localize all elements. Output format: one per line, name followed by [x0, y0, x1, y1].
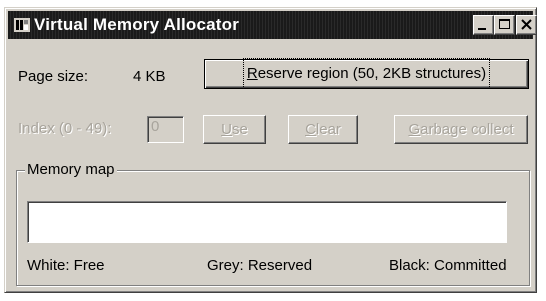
- window-title: Virtual Memory Allocator: [34, 15, 240, 34]
- memory-map-display[interactable]: [27, 201, 507, 243]
- legend-free: White: Free: [27, 257, 105, 274]
- clear-label: Clear: [305, 121, 341, 138]
- maximize-icon: [499, 19, 510, 29]
- close-icon: [521, 19, 532, 30]
- minimize-icon: [478, 28, 486, 30]
- clear-button[interactable]: Clear: [288, 115, 358, 144]
- legend-committed: Black: Committed: [389, 257, 507, 274]
- legend-reserved: Grey: Reserved: [207, 257, 313, 274]
- reserve-region-button[interactable]: Reserve region (50, 2KB structures): [204, 58, 529, 89]
- garbage-collect-button[interactable]: Garbage collect: [394, 115, 528, 144]
- memory-map-group: Memory map White: Free Grey: Reserved Bl…: [16, 161, 530, 286]
- maximize-button[interactable]: [494, 15, 515, 35]
- use-button[interactable]: Use: [203, 115, 266, 144]
- memory-map-legend: Memory map: [25, 161, 117, 178]
- app-window: Virtual Memory Allocator Page size: 4 KB…: [4, 7, 537, 293]
- index-input[interactable]: 0: [147, 116, 184, 143]
- title-bar[interactable]: Virtual Memory Allocator: [8, 11, 537, 39]
- page-size-label: Page size:: [18, 68, 89, 85]
- app-icon: [14, 18, 30, 32]
- use-label: Use: [221, 121, 248, 138]
- index-label: Index (0 - 49):: [18, 120, 112, 137]
- close-button[interactable]: [516, 15, 537, 35]
- page-size-value: 4 KB: [133, 68, 166, 85]
- garbage-collect-label: Garbage collect: [408, 121, 514, 138]
- reserve-region-label: Reserve region (50, 2KB structures): [242, 58, 491, 89]
- minimize-button[interactable]: [473, 15, 494, 35]
